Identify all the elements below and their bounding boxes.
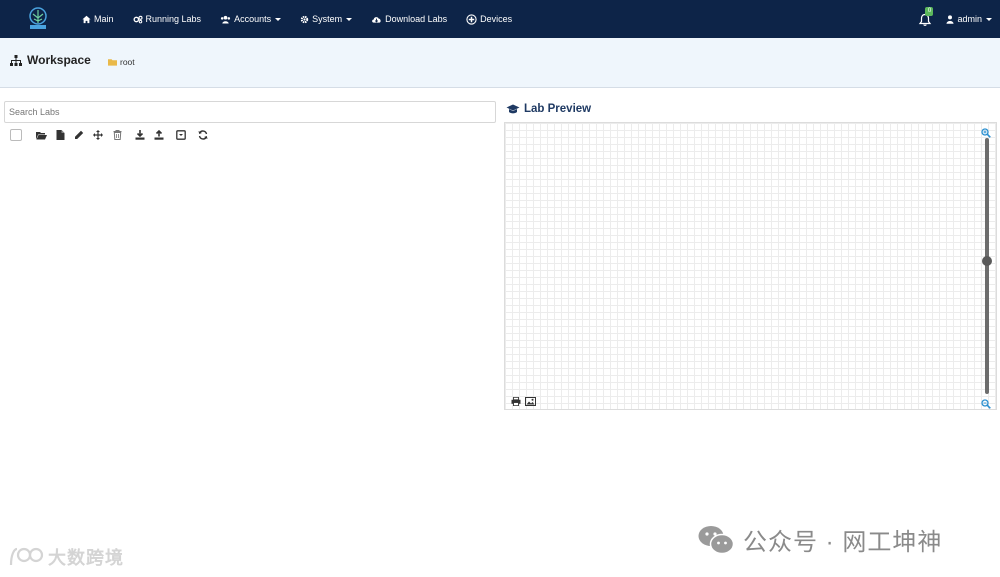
open-folder-icon xyxy=(35,131,47,139)
watermark-left-text: 大数跨境 xyxy=(48,548,124,568)
download-icon xyxy=(135,130,145,140)
edit-icon xyxy=(75,130,84,139)
watermark-logo-icon xyxy=(9,547,44,566)
cog-icon xyxy=(300,15,309,23)
open-folder-button[interactable] xyxy=(35,129,47,141)
refresh-icon xyxy=(198,130,208,140)
chevron-down-icon xyxy=(346,17,353,21)
edit-button[interactable] xyxy=(73,129,85,141)
cloud-download-icon xyxy=(372,16,381,23)
wechat-icon xyxy=(698,525,735,554)
lab-preview-canvas[interactable] xyxy=(504,122,997,410)
nav-devices[interactable]: Devices xyxy=(466,13,513,25)
search-labs-input[interactable] xyxy=(4,101,496,123)
upload-icon xyxy=(154,130,164,140)
notification-count-badge: 0 xyxy=(925,7,934,16)
zoom-slider-track[interactable] xyxy=(985,138,989,394)
page-title: Workspace xyxy=(10,53,91,67)
breadcrumb-root[interactable]: root xyxy=(108,57,135,67)
zoom-out-button[interactable] xyxy=(981,396,991,414)
nav-running-labs[interactable]: Running Labs xyxy=(133,14,202,24)
lab-preview-title: Lab Preview xyxy=(506,103,591,115)
user-menu[interactable]: admin xyxy=(946,14,992,24)
nav-accounts-label: Accounts xyxy=(234,14,272,24)
sitemap-icon xyxy=(10,54,22,66)
chevron-down-icon xyxy=(275,17,282,21)
watermark-right: 公众号 · 网工坤神 xyxy=(697,522,942,557)
zoom-in-icon xyxy=(981,128,991,138)
new-file-button[interactable] xyxy=(54,129,66,141)
upload-button[interactable] xyxy=(153,129,165,141)
cogs-icon xyxy=(133,15,143,23)
watermark-right-text: 公众号 · 网工坤神 xyxy=(743,529,943,556)
nav-system[interactable]: System xyxy=(300,14,353,24)
user-icon xyxy=(946,14,954,24)
nav-main-label: Main xyxy=(94,14,114,24)
new-file-icon xyxy=(56,130,64,140)
export-icon xyxy=(176,130,186,140)
page-title-text: Workspace xyxy=(27,53,91,67)
export-button[interactable] xyxy=(175,129,187,141)
labs-toolbar xyxy=(10,128,209,142)
home-icon xyxy=(82,15,91,23)
folder-icon xyxy=(108,59,117,66)
print-icon xyxy=(511,396,521,407)
delete-icon xyxy=(113,130,121,140)
chevron-down-icon xyxy=(986,17,992,21)
plus-circle-icon xyxy=(466,13,477,25)
workspace-header: Workspace root xyxy=(0,38,1000,88)
users-icon xyxy=(220,15,231,24)
select-all-checkbox[interactable] xyxy=(10,129,22,141)
move-icon xyxy=(93,130,103,140)
delete-button[interactable] xyxy=(111,129,123,141)
export-image-button[interactable] xyxy=(525,393,536,411)
zoom-out-icon xyxy=(981,399,991,409)
refresh-button[interactable] xyxy=(197,129,209,141)
nav-download-labs-label: Download Labs xyxy=(385,14,448,24)
zoom-slider-handle[interactable] xyxy=(982,255,992,266)
nav-accounts[interactable]: Accounts xyxy=(220,14,282,24)
watermark-left: 大数跨境 xyxy=(8,544,124,570)
move-button[interactable] xyxy=(92,129,104,141)
top-navbar: Main Running Labs Accounts System Downlo… xyxy=(0,0,1000,38)
nav-system-label: System xyxy=(312,14,343,24)
logo[interactable] xyxy=(25,6,51,32)
nav-devices-label: Devices xyxy=(480,14,513,24)
nav-main[interactable]: Main xyxy=(82,14,114,24)
user-menu-label: admin xyxy=(957,14,982,24)
notifications-button[interactable]: 0 xyxy=(918,7,934,27)
nav-running-labs-label: Running Labs xyxy=(145,14,202,24)
nav-download-labs[interactable]: Download Labs xyxy=(371,14,447,24)
print-button[interactable] xyxy=(511,393,521,411)
download-button[interactable] xyxy=(134,129,146,141)
lab-preview-title-text: Lab Preview xyxy=(524,103,592,115)
breadcrumb-label: root xyxy=(120,57,135,67)
graduation-cap-icon xyxy=(506,104,520,114)
image-icon xyxy=(525,397,536,406)
